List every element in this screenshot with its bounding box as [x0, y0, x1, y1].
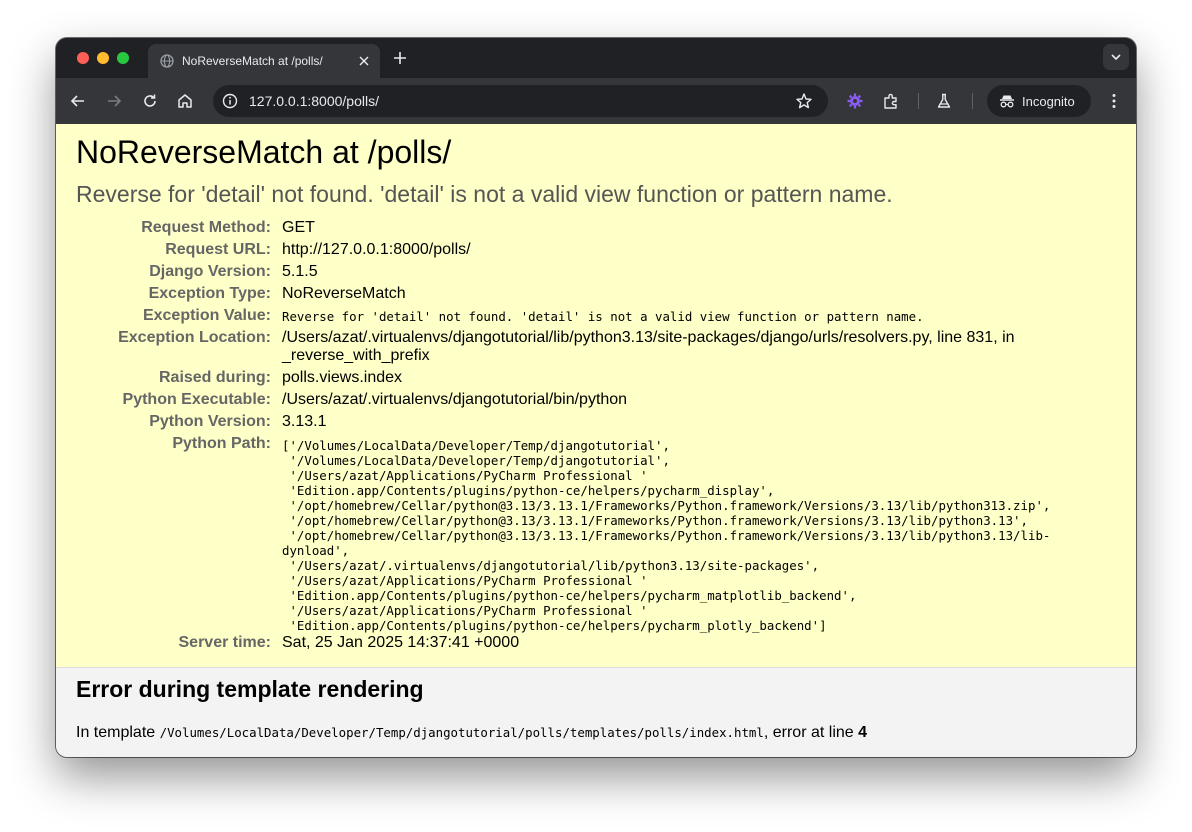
tab-title: NoReverseMatch at /polls/: [182, 54, 323, 68]
template-error-line-number: 4: [858, 724, 868, 741]
minimize-window-button[interactable]: [97, 52, 109, 64]
meta-label: Python Version:: [149, 413, 271, 430]
location-line: _reverse_with_prefix: [282, 347, 430, 364]
python-path-line: '/opt/homebrew/Cellar/python@3.13/3.13.1…: [282, 513, 1028, 528]
close-window-button[interactable]: [77, 52, 89, 64]
meta-value: 3.13.1: [282, 413, 327, 430]
python-path-line: '/Volumes/LocalData/Developer/Temp/djang…: [282, 453, 670, 468]
more-menu-icon[interactable]: [1105, 92, 1123, 110]
python-path-line: ['/Volumes/LocalData/Developer/Temp/djan…: [282, 438, 670, 453]
meta-label: Django Version:: [149, 263, 271, 280]
close-tab-icon[interactable]: [357, 54, 371, 68]
meta-value: GET: [282, 219, 315, 236]
python-path-line: 'Edition.app/Contents/plugins/python-ce/…: [282, 618, 827, 633]
meta-label: Python Executable:: [122, 391, 271, 408]
meta-label: Request URL:: [165, 241, 271, 258]
error-summary: NoReverseMatch at /polls/ Reverse for 'd…: [56, 124, 1136, 668]
python-path-line: '/opt/homebrew/Cellar/python@3.13/3.13.1…: [282, 528, 1051, 543]
template-error-heading: Error during template rendering: [76, 676, 424, 702]
python-path-line: '/Users/azat/.virtualenvs/djangotutorial…: [282, 558, 820, 573]
globe-icon: [160, 54, 174, 68]
meta-label: Python Path:: [172, 435, 271, 452]
meta-value: /Users/azat/.virtualenvs/djangotutorial/…: [282, 391, 628, 408]
home-icon[interactable]: [176, 92, 194, 110]
meta-label: Exception Value:: [142, 307, 271, 324]
python-path-line: '/Users/azat/Applications/PyCharm Profes…: [282, 468, 648, 483]
python-path-line: '/opt/homebrew/Cellar/python@3.13/3.13.1…: [282, 498, 1051, 513]
url-text[interactable]: 127.0.0.1:8000/polls/: [249, 93, 379, 109]
meta-value: NoReverseMatch: [282, 285, 406, 302]
meta-label: Exception Type:: [148, 285, 271, 302]
meta-value: ['/Volumes/LocalData/Developer/Temp/djan…: [282, 438, 1050, 633]
meta-value: 5.1.5: [282, 263, 318, 280]
template-error-line: In template /Volumes/LocalData/Developer…: [76, 724, 867, 742]
meta-label: Raised during:: [158, 369, 271, 386]
location-line: /Users/azat/.virtualenvs/djangotutorial/…: [282, 329, 1015, 346]
browser-toolbar: 127.0.0.1:8000/polls/ Incognito: [56, 78, 1136, 124]
incognito-label: Incognito: [1022, 94, 1075, 109]
exception-message: Reverse for 'detail' not found. 'detail'…: [76, 181, 893, 207]
page-viewport: NoReverseMatch at /polls/ Reverse for 'd…: [56, 124, 1136, 757]
address-bar[interactable]: 127.0.0.1:8000/polls/: [213, 85, 828, 117]
chevron-down-icon: [1111, 54, 1121, 61]
bookmark-star-icon[interactable]: [795, 92, 813, 110]
reload-icon[interactable]: [141, 92, 159, 110]
toolbar-separator: [972, 93, 973, 109]
python-path-line: dynload',: [282, 543, 350, 558]
extensions-puzzle-icon[interactable]: [882, 92, 900, 110]
toolbar-separator: [918, 93, 919, 109]
template-path: /Volumes/LocalData/Developer/Temp/django…: [159, 725, 764, 740]
maximize-window-button[interactable]: [117, 52, 129, 64]
meta-label: Request Method:: [141, 219, 271, 236]
template-error-prefix: In template: [76, 724, 160, 741]
back-arrow-icon[interactable]: [69, 92, 87, 110]
meta-value: Reverse for 'detail' not found. 'detail'…: [282, 309, 924, 324]
browser-window: NoReverseMatch at /polls/ 127.0.0.1:8000…: [56, 38, 1136, 757]
tab-active[interactable]: NoReverseMatch at /polls/: [148, 44, 380, 78]
python-path-line: 'Edition.app/Contents/plugins/python-ce/…: [282, 588, 857, 603]
meta-label: Server time:: [178, 634, 272, 651]
template-error-middle: , error at line: [763, 724, 859, 741]
incognito-icon: [1000, 95, 1014, 108]
meta-value: Sat, 25 Jan 2025 14:37:41 +0000: [282, 634, 520, 651]
forward-arrow-icon[interactable]: [105, 92, 123, 110]
python-path-line: '/Users/azat/Applications/PyCharm Profes…: [282, 603, 648, 618]
tab-search-button[interactable]: [1103, 44, 1129, 70]
meta-value: /Users/azat/.virtualenvs/djangotutorial/…: [282, 329, 1015, 365]
meta-label: Exception Location:: [118, 329, 271, 346]
template-error-section: Error during template rendering In templ…: [56, 668, 1136, 757]
extension-gear-icon[interactable]: [846, 92, 864, 110]
new-tab-icon[interactable]: [392, 50, 408, 66]
meta-value: polls.views.index: [282, 369, 403, 386]
meta-value: http://127.0.0.1:8000/polls/: [282, 241, 471, 258]
site-info-icon[interactable]: [222, 93, 238, 109]
python-path-line: 'Edition.app/Contents/plugins/python-ce/…: [282, 483, 775, 498]
page-title: NoReverseMatch at /polls/: [76, 134, 452, 170]
tab-strip: NoReverseMatch at /polls/: [56, 38, 1136, 78]
python-path-line: '/Users/azat/Applications/PyCharm Profes…: [282, 573, 648, 588]
incognito-button[interactable]: Incognito: [987, 85, 1091, 117]
labs-flask-icon[interactable]: [935, 92, 953, 110]
